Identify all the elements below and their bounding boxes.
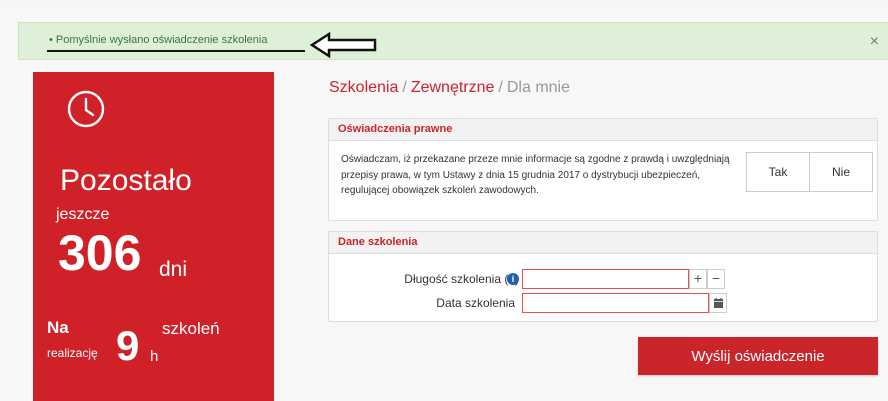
training-panel-title: Dane szkolenia (338, 236, 418, 248)
yes-button[interactable]: Tak (747, 153, 809, 191)
training-length-input[interactable] (522, 269, 689, 289)
breadcrumb: Szkolenia / Zewnętrzne / Dla mnie (329, 79, 570, 97)
calendar-button[interactable] (709, 293, 727, 313)
clock-icon (67, 90, 105, 128)
calendar-icon (714, 298, 723, 308)
days-remaining-value: 306 (58, 225, 142, 281)
hours-unit: h (150, 348, 159, 365)
breadcrumb-separator: / (498, 79, 503, 96)
realization-label: realizację (47, 346, 98, 360)
training-length-label: Długość szkolenia (h) (404, 272, 519, 286)
hours-to-complete-value: 9 (116, 322, 140, 369)
trainings-label: szkoleń (162, 319, 220, 338)
send-statement-button[interactable]: Wyślij oświadczenie (638, 337, 878, 375)
success-alert: • Pomyślnie wysłano oświadczenie szkolen… (18, 22, 888, 60)
breadcrumb-trainings[interactable]: Szkolenia (329, 79, 398, 96)
training-date-label: Data szkolenia (436, 296, 515, 310)
legal-statement-text: Oświadczam, iż przekazane przeze mnie in… (341, 154, 730, 196)
no-button[interactable]: Nie (809, 153, 872, 191)
training-data-panel: Dane szkolenia Długość szkolenia (h) i +… (328, 231, 878, 322)
close-icon[interactable]: × (870, 33, 879, 51)
yes-no-toggle: Tak Nie (746, 152, 873, 192)
annotation-underline (47, 50, 305, 52)
legal-statements-panel: Oświadczenia prawne Oświadczam, iż przek… (328, 118, 878, 221)
breadcrumb-external[interactable]: Zewnętrzne (411, 79, 495, 96)
na-label: Na (47, 318, 69, 337)
decrement-button[interactable]: − (707, 269, 725, 289)
breadcrumb-current: Dla mnie (506, 79, 571, 96)
legal-panel-title: Oświadczenia prawne (338, 123, 453, 135)
training-date-input[interactable] (522, 293, 709, 313)
still-label: jeszcze (56, 206, 110, 223)
remaining-label: Pozostało (60, 164, 192, 197)
training-panel-header: Dane szkolenia (329, 232, 877, 254)
annotation-arrow-icon (309, 31, 377, 59)
days-unit: dni (159, 258, 188, 281)
legal-panel-header: Oświadczenia prawne (329, 119, 877, 141)
alert-message: • Pomyślnie wysłano oświadczenie szkolen… (49, 34, 268, 46)
info-icon[interactable]: i (507, 273, 519, 285)
breadcrumb-separator: / (402, 79, 407, 96)
remaining-panel: Pozostało jeszcze 306 dni Na realizację … (33, 72, 274, 401)
increment-button[interactable]: + (689, 269, 707, 289)
